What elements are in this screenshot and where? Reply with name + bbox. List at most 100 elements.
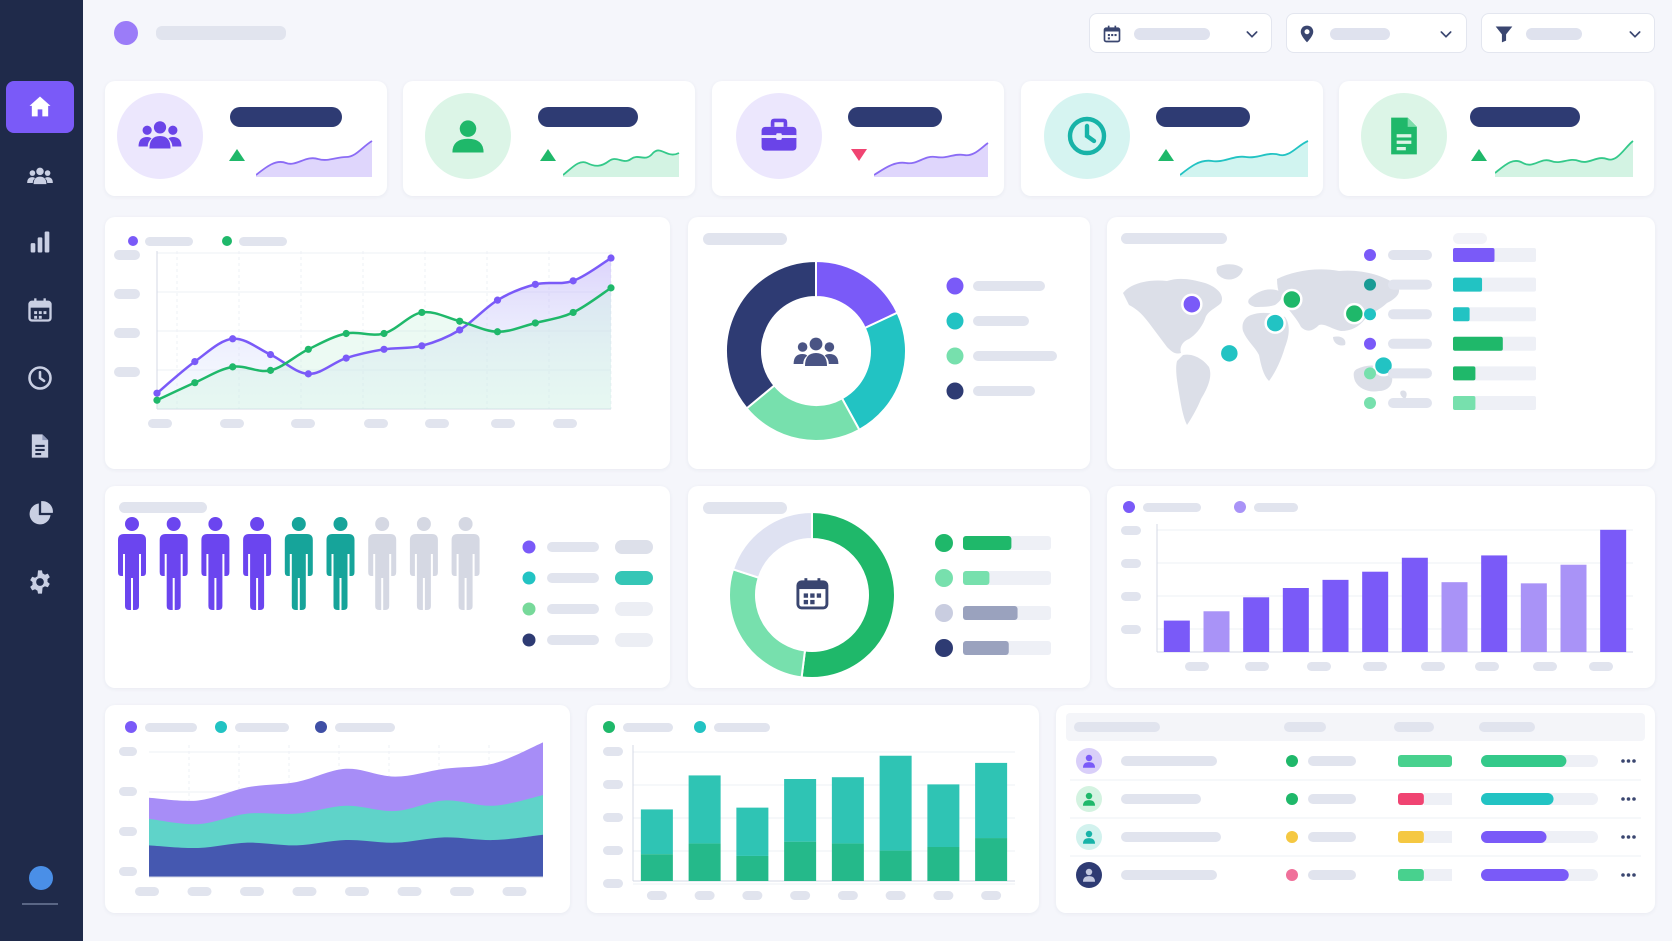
data-point[interactable] <box>607 254 615 262</box>
bar-fill[interactable] <box>1453 336 1503 351</box>
donut-slice[interactable] <box>800 510 896 679</box>
x-tick-label <box>1307 662 1331 671</box>
kpi-value <box>1156 107 1250 127</box>
bar[interactable] <box>1560 564 1587 652</box>
bar-fill[interactable] <box>1453 396 1476 410</box>
donut-slice[interactable] <box>731 510 813 579</box>
map-marker[interactable] <box>1181 293 1203 315</box>
data-point[interactable] <box>418 308 426 317</box>
bar[interactable] <box>1243 597 1270 652</box>
bar-segment[interactable] <box>736 855 769 881</box>
data-point[interactable] <box>456 326 464 334</box>
bar[interactable] <box>1163 620 1190 652</box>
bar-segment[interactable] <box>831 777 864 844</box>
map-marker[interactable] <box>1343 302 1366 325</box>
kpi-card-documents[interactable] <box>1339 81 1654 196</box>
bar-fill[interactable] <box>1453 366 1476 381</box>
legend-label <box>1388 309 1432 320</box>
bar[interactable] <box>1282 588 1309 652</box>
bar-segment[interactable] <box>736 807 769 856</box>
more-options-icon[interactable] <box>1621 797 1636 801</box>
legend-label <box>1388 250 1432 260</box>
bar-fill[interactable] <box>1453 277 1483 292</box>
bar[interactable] <box>1203 611 1230 652</box>
nav-reports[interactable] <box>6 488 74 540</box>
user-avatar[interactable] <box>29 866 53 890</box>
data-point[interactable] <box>607 284 615 292</box>
nav-settings[interactable] <box>6 556 74 608</box>
bar-segment[interactable] <box>688 775 721 844</box>
data-point[interactable] <box>569 308 577 317</box>
nav-users[interactable] <box>6 150 74 202</box>
data-point[interactable] <box>153 396 161 404</box>
bar-segment[interactable] <box>784 841 817 881</box>
data-point[interactable] <box>531 319 539 327</box>
bar-segment[interactable] <box>640 854 673 881</box>
nav-home[interactable] <box>6 81 74 133</box>
data-point[interactable] <box>266 366 275 374</box>
more-options-icon[interactable] <box>1621 835 1636 839</box>
name-placeholder <box>1121 870 1217 880</box>
bar-segment[interactable] <box>975 838 1008 881</box>
bar-segment[interactable] <box>879 850 912 881</box>
donut-slice[interactable] <box>728 568 807 679</box>
data-point[interactable] <box>191 358 199 366</box>
data-point[interactable] <box>418 342 426 350</box>
nav-history[interactable] <box>6 352 74 404</box>
data-point[interactable] <box>266 350 275 359</box>
donut-slice[interactable] <box>725 259 817 410</box>
data-point[interactable] <box>493 328 502 336</box>
data-point[interactable] <box>531 280 539 288</box>
map-marker[interactable] <box>1281 288 1303 311</box>
data-point[interactable] <box>304 370 312 378</box>
bar-fill[interactable] <box>1453 248 1495 262</box>
nav-calendar[interactable] <box>6 284 74 336</box>
bar-segment[interactable] <box>975 762 1008 839</box>
bar-segment[interactable] <box>688 843 721 881</box>
nav-analytics[interactable] <box>6 216 74 268</box>
map-marker[interactable] <box>1218 342 1241 365</box>
legend-value <box>615 540 653 554</box>
bar[interactable] <box>1322 579 1349 652</box>
data-point[interactable] <box>342 329 350 338</box>
data-point[interactable] <box>191 379 199 387</box>
bar[interactable] <box>1520 583 1547 652</box>
data-point[interactable] <box>153 389 161 397</box>
filter-icon <box>1495 26 1513 43</box>
more-options-icon[interactable] <box>1621 759 1636 763</box>
data-point[interactable] <box>380 345 388 353</box>
bar[interactable] <box>1481 555 1508 652</box>
bar[interactable] <box>1362 571 1389 652</box>
kpi-card-projects[interactable] <box>712 81 1004 196</box>
nav-documents[interactable] <box>6 420 74 472</box>
kpi-card-team[interactable] <box>105 81 387 196</box>
bar[interactable] <box>1600 529 1627 652</box>
bar-segment[interactable] <box>927 784 960 847</box>
more-options-icon[interactable] <box>1621 873 1636 877</box>
data-point[interactable] <box>304 345 312 353</box>
bar-segment[interactable] <box>831 843 864 881</box>
bar-segment[interactable] <box>879 755 912 851</box>
data-point[interactable] <box>569 277 577 285</box>
data-point[interactable] <box>380 329 388 338</box>
bar-fill[interactable] <box>1453 307 1470 322</box>
data-point[interactable] <box>342 354 350 362</box>
progress-fill <box>1481 793 1554 805</box>
continent-shape <box>1123 278 1223 354</box>
bar-segment[interactable] <box>784 779 817 842</box>
kpi-card-hours[interactable] <box>1021 81 1323 196</box>
data-point[interactable] <box>229 335 237 343</box>
filter-dropdown[interactable] <box>1481 13 1655 53</box>
data-point[interactable] <box>493 296 502 304</box>
data-point[interactable] <box>456 317 464 325</box>
location-filter-dropdown[interactable] <box>1286 13 1467 53</box>
data-point[interactable] <box>229 363 237 371</box>
kpi-card-users[interactable] <box>403 81 695 196</box>
bar[interactable] <box>1401 557 1428 652</box>
date-filter-dropdown[interactable] <box>1089 13 1272 53</box>
map-marker[interactable] <box>1264 312 1286 334</box>
bar[interactable] <box>1441 582 1468 652</box>
donut-slice[interactable] <box>840 311 907 432</box>
bar-segment[interactable] <box>640 809 673 855</box>
bar-segment[interactable] <box>927 847 960 881</box>
